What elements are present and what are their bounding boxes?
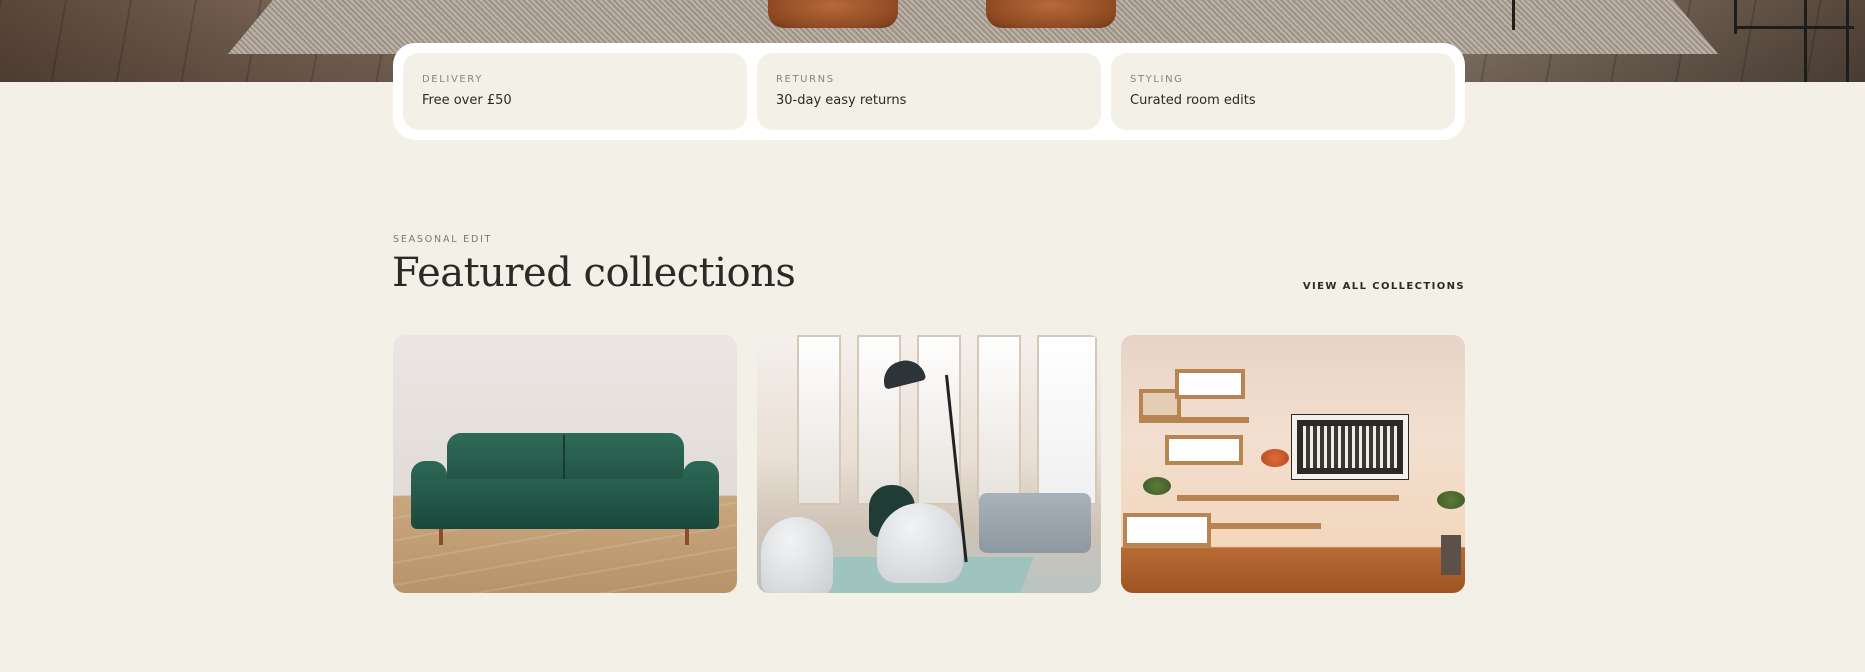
view-all-collections-link[interactable]: VIEW ALL COLLECTIONS — [1303, 281, 1465, 292]
section-title: Featured collections — [392, 250, 796, 296]
hero-chair-leg — [1846, 0, 1849, 82]
flowers — [1261, 449, 1289, 467]
feature-text: Free over £50 — [422, 93, 512, 108]
plant — [1143, 477, 1171, 495]
sofa-seat — [415, 479, 715, 529]
hero-pouf-right — [986, 0, 1116, 28]
plant-pot — [1441, 535, 1461, 575]
feature-label: STYLING — [1130, 74, 1184, 85]
sofa-leg — [439, 529, 443, 545]
shelf-box — [1165, 435, 1243, 465]
office-window — [917, 335, 961, 505]
feature-text: 30-day easy returns — [776, 93, 907, 108]
office-chair — [761, 517, 833, 593]
shelf-plank — [1211, 523, 1321, 529]
hero-chair-rail — [1734, 26, 1854, 29]
hero-table-leg — [1512, 0, 1515, 30]
office-chair — [877, 503, 963, 583]
section-eyebrow: SEASONAL EDIT — [393, 234, 493, 245]
feature-bar: DELIVERY Free over £50 RETURNS 30-day ea… — [393, 43, 1465, 140]
office-window — [977, 335, 1021, 505]
feature-card-returns: RETURNS 30-day easy returns — [757, 53, 1101, 130]
shelf-box — [1175, 369, 1245, 399]
feature-label: DELIVERY — [422, 74, 483, 85]
office-window — [1037, 335, 1097, 505]
hero-pouf-left — [768, 0, 898, 28]
feature-card-styling: STYLING Curated room edits — [1111, 53, 1455, 130]
office-sofa — [979, 493, 1091, 553]
office-window — [797, 335, 841, 505]
wall-art-frame — [1292, 415, 1408, 479]
shelf-box — [1123, 513, 1211, 547]
collection-card-shelving[interactable] — [1121, 335, 1465, 593]
feature-card-delivery: DELIVERY Free over £50 — [403, 53, 747, 130]
shelf-plank — [1177, 495, 1399, 501]
collection-card-sofa[interactable] — [393, 335, 737, 593]
collection-cards — [393, 335, 1465, 593]
plant — [1437, 491, 1465, 509]
hero-chair-leg — [1804, 0, 1807, 82]
feature-label: RETURNS — [776, 74, 835, 85]
sofa-leg — [685, 529, 689, 545]
office-window — [857, 335, 901, 505]
wall-art — [1303, 426, 1397, 468]
collection-card-lounge[interactable] — [757, 335, 1101, 593]
feature-text: Curated room edits — [1130, 93, 1256, 108]
shelf-plank — [1139, 417, 1249, 423]
